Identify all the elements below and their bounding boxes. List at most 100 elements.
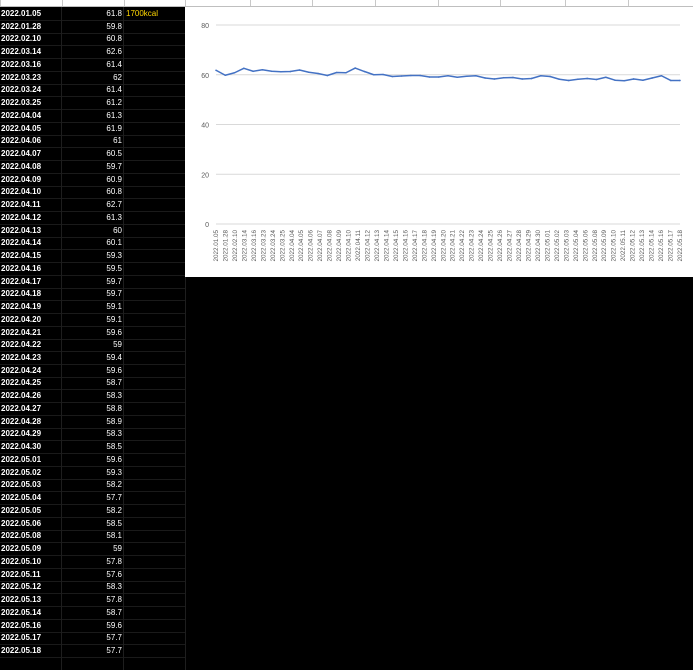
date-cell[interactable]: 2022.05.13	[1, 593, 61, 606]
weight-cell[interactable]: 59.5	[62, 262, 122, 275]
weight-cell[interactable]: 58.3	[62, 389, 122, 402]
weight-cell[interactable]: 57.7	[62, 491, 122, 504]
weight-cell[interactable]: 59.3	[62, 466, 122, 479]
date-cell[interactable]: 2022.04.25	[1, 376, 61, 389]
date-cell[interactable]: 2022.05.11	[1, 568, 61, 581]
weight-cell[interactable]: 59.7	[62, 287, 122, 300]
date-cell[interactable]: 2022.04.23	[1, 351, 61, 364]
column-header-separator[interactable]	[628, 0, 629, 6]
date-cell[interactable]: 2022.03.23	[1, 71, 61, 84]
weight-cell[interactable]: 62.7	[62, 198, 122, 211]
weight-cell[interactable]: 61.9	[62, 122, 122, 135]
date-cell[interactable]: 2022.05.16	[1, 619, 61, 632]
date-cell[interactable]: 2022.03.16	[1, 58, 61, 71]
weight-cell[interactable]: 59.6	[62, 364, 122, 377]
weight-cell[interactable]: 58.9	[62, 415, 122, 428]
column-header-separator[interactable]	[250, 0, 251, 6]
date-cell[interactable]: 2022.04.22	[1, 338, 61, 351]
date-cell[interactable]: 2022.04.20	[1, 313, 61, 326]
date-cell[interactable]: 2022.04.08	[1, 160, 61, 173]
weight-cell[interactable]: 57.8	[62, 593, 122, 606]
column-header-separator[interactable]	[0, 0, 1, 6]
date-cell[interactable]: 2022.05.12	[1, 580, 61, 593]
weight-cell[interactable]: 59.7	[62, 160, 122, 173]
weight-cell[interactable]: 57.6	[62, 568, 122, 581]
weight-cell[interactable]: 57.7	[62, 644, 122, 657]
date-cell[interactable]: 2022.05.08	[1, 529, 61, 542]
weight-cell[interactable]: 61.8	[62, 7, 122, 20]
weight-cell[interactable]: 58.7	[62, 376, 122, 389]
weight-cell[interactable]: 59	[62, 338, 122, 351]
date-cell[interactable]: 2022.05.01	[1, 453, 61, 466]
date-cell[interactable]: 2022.01.28	[1, 20, 61, 33]
date-cell[interactable]: 2022.04.04	[1, 109, 61, 122]
weight-cell[interactable]: 60.5	[62, 147, 122, 160]
date-cell[interactable]: 2022.04.27	[1, 402, 61, 415]
column-header-separator[interactable]	[438, 0, 439, 6]
weight-cell[interactable]: 59.1	[62, 300, 122, 313]
weight-cell[interactable]: 61.2	[62, 96, 122, 109]
date-cell[interactable]: 2022.03.24	[1, 83, 61, 96]
date-cell[interactable]: 2022.04.09	[1, 173, 61, 186]
date-cell[interactable]: 2022.04.07	[1, 147, 61, 160]
weight-cell[interactable]: 60	[62, 224, 122, 237]
column-header-separator[interactable]	[565, 0, 566, 6]
date-cell[interactable]: 2022.04.21	[1, 326, 61, 339]
date-cell[interactable]: 2022.05.02	[1, 466, 61, 479]
column-header-separator[interactable]	[185, 0, 186, 6]
date-cell[interactable]: 2022.04.14	[1, 236, 61, 249]
weight-cell[interactable]: 58.7	[62, 606, 122, 619]
note-cell[interactable]: 1700kcal	[126, 7, 158, 20]
date-cell[interactable]: 2022.04.05	[1, 122, 61, 135]
date-cell[interactable]: 2022.02.10	[1, 32, 61, 45]
date-cell[interactable]: 2022.04.10	[1, 185, 61, 198]
date-cell[interactable]: 2022.04.11	[1, 198, 61, 211]
weight-cell[interactable]: 62.6	[62, 45, 122, 58]
weight-cell[interactable]: 58.2	[62, 504, 122, 517]
date-cell[interactable]: 2022.04.28	[1, 415, 61, 428]
weight-cell[interactable]: 58.8	[62, 402, 122, 415]
date-cell[interactable]: 2022.04.18	[1, 287, 61, 300]
weight-cell[interactable]: 59.6	[62, 619, 122, 632]
weight-cell[interactable]: 60.8	[62, 32, 122, 45]
weight-cell[interactable]: 58.2	[62, 478, 122, 491]
weight-line-chart[interactable]: 0 20 40 60 80 2022.01.05 2022.01.28 2022.02.10 2…	[185, 7, 693, 277]
weight-cell[interactable]: 61.4	[62, 83, 122, 96]
date-cell[interactable]: 2022.03.14	[1, 45, 61, 58]
date-cell[interactable]: 2022.04.15	[1, 249, 61, 262]
weight-cell[interactable]: 59.6	[62, 326, 122, 339]
date-cell[interactable]: 2022.05.14	[1, 606, 61, 619]
weight-cell[interactable]: 59.4	[62, 351, 122, 364]
weight-cell[interactable]: 60.1	[62, 236, 122, 249]
date-cell[interactable]: 2022.01.05	[1, 7, 61, 20]
date-cell[interactable]: 2022.04.13	[1, 224, 61, 237]
date-cell[interactable]: 2022.05.17	[1, 631, 61, 644]
weight-cell[interactable]: 59.3	[62, 249, 122, 262]
column-header-separator[interactable]	[62, 0, 63, 6]
column-header-separator[interactable]	[312, 0, 313, 6]
weight-cell[interactable]: 59.6	[62, 453, 122, 466]
date-cell[interactable]: 2022.04.26	[1, 389, 61, 402]
weight-cell[interactable]: 59.1	[62, 313, 122, 326]
weight-cell[interactable]: 57.8	[62, 555, 122, 568]
weight-cell[interactable]: 57.7	[62, 631, 122, 644]
date-cell[interactable]: 2022.04.30	[1, 440, 61, 453]
date-cell[interactable]: 2022.04.29	[1, 427, 61, 440]
weight-cell[interactable]: 58.3	[62, 427, 122, 440]
date-cell[interactable]: 2022.04.24	[1, 364, 61, 377]
weight-cell[interactable]: 58.1	[62, 529, 122, 542]
weight-cell[interactable]: 61.3	[62, 109, 122, 122]
date-cell[interactable]: 2022.05.05	[1, 504, 61, 517]
weight-cell[interactable]: 59.7	[62, 275, 122, 288]
column-header-separator[interactable]	[500, 0, 501, 6]
date-cell[interactable]: 2022.05.04	[1, 491, 61, 504]
date-cell[interactable]: 2022.04.16	[1, 262, 61, 275]
weight-cell[interactable]: 61.4	[62, 58, 122, 71]
date-cell[interactable]: 2022.04.19	[1, 300, 61, 313]
date-cell[interactable]: 2022.05.10	[1, 555, 61, 568]
weight-cell[interactable]: 62	[62, 71, 122, 84]
date-cell[interactable]: 2022.05.03	[1, 478, 61, 491]
weight-cell[interactable]: 61.3	[62, 211, 122, 224]
date-cell[interactable]: 2022.05.06	[1, 517, 61, 530]
column-header-separator[interactable]	[124, 0, 125, 6]
